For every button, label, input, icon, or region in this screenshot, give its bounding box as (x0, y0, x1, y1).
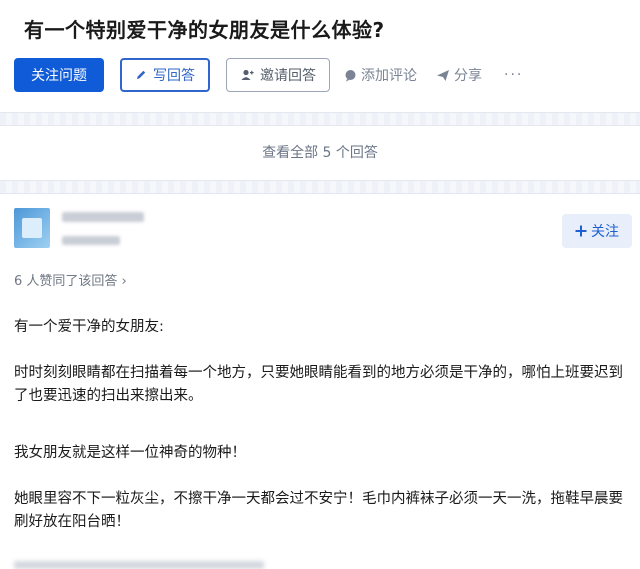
section-divider (0, 112, 640, 126)
answer-paragraph: 她眼里容不下一粒灰尘，不擦干净一天都会过不安宁！毛巾内裤袜子必须一天一洗，拖鞋早… (14, 491, 623, 530)
section-divider (0, 180, 640, 194)
write-answer-button[interactable]: 写回答 (120, 58, 210, 92)
follow-question-button[interactable]: 关注问题 (14, 58, 104, 92)
follow-author-button[interactable]: 关注 (562, 214, 632, 248)
question-title: 有一个特别爱干净的女朋友是什么体验? (24, 18, 385, 42)
answer-continuation-blurred (14, 561, 264, 569)
answer-paragraph: 我女朋友就是这样一位神奇的物种！ (14, 445, 246, 461)
add-comment-label: 添加评论 (361, 68, 417, 84)
share-icon (436, 69, 450, 82)
author-headline-blurred (62, 236, 120, 245)
question-action-bar: 关注问题 写回答 邀请回答 添加评论 分享 ··· (14, 58, 640, 96)
more-actions-button[interactable]: ··· (504, 58, 523, 92)
plus-icon (575, 225, 587, 237)
write-answer-label: 写回答 (153, 68, 195, 84)
author-avatar[interactable] (14, 208, 50, 248)
share-label: 分享 (454, 68, 482, 84)
pencil-icon (135, 69, 147, 81)
more-label: ··· (504, 67, 524, 83)
answer-paragraph: 时时刻刻眼睛都在扫描着每一个地方，只要她眼睛能看到的地方必须是干净的，哪怕上班要… (14, 365, 623, 404)
answer-paragraph: 有一个爱干净的女朋友: (14, 319, 164, 335)
invite-answer-label: 邀请回答 (260, 68, 316, 84)
share-button[interactable]: 分享 (436, 58, 482, 92)
follow-question-label: 关注问题 (31, 68, 87, 84)
user-plus-icon (240, 68, 254, 82)
add-comment-button[interactable]: 添加评论 (344, 58, 417, 92)
avatar-image (22, 218, 42, 238)
view-all-answers-link[interactable]: 查看全部 5 个回答 (0, 142, 640, 162)
comment-icon (344, 69, 357, 82)
author-name-blurred (62, 212, 144, 222)
invite-answer-button[interactable]: 邀请回答 (226, 58, 330, 92)
voters-count-link[interactable]: 6 人赞同了该回答 › (14, 270, 127, 289)
follow-author-label: 关注 (591, 224, 619, 240)
